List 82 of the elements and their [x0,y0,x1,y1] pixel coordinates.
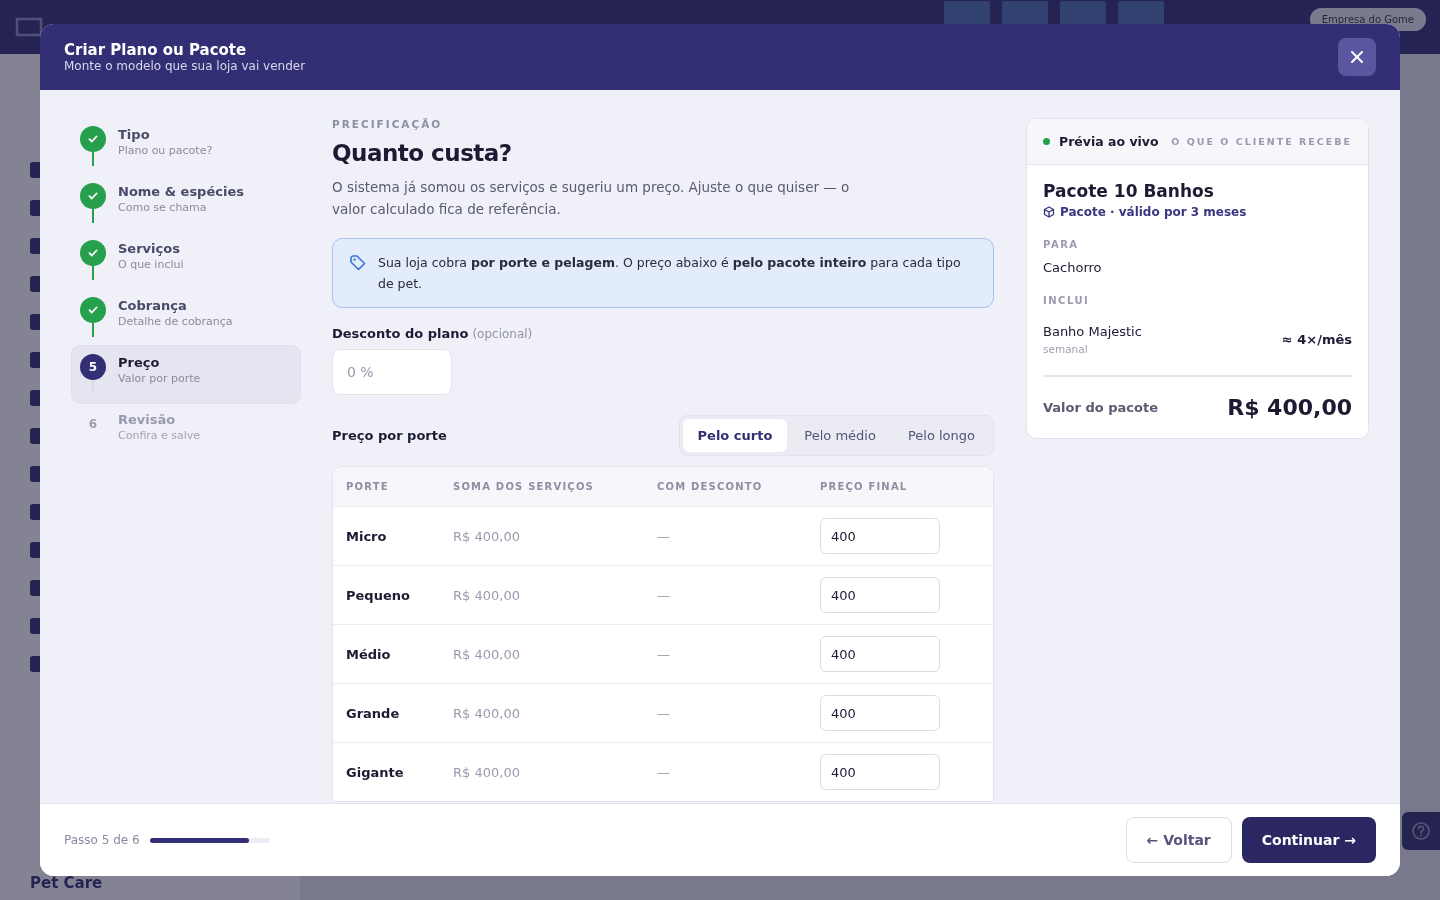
column-header: PORTE [346,481,390,492]
sidebar-label: Pet Care [30,874,103,892]
table-cell-text: — [657,646,671,662]
coat-tab[interactable]: Pelo curto [682,419,788,452]
step-subtitle: Plano ou pacote? [118,144,213,157]
table-cell-text: R$ 400,00 [453,646,521,662]
coat-tab[interactable]: Pelo longo [892,419,990,452]
back-button[interactable]: ← Voltar [1125,817,1232,863]
price-field[interactable]: 400 [820,636,940,672]
discount-field[interactable]: 0 % [332,349,452,395]
table-cell-text: R$ 400,00 [453,528,521,544]
table-cell-text: R$ 400,00 [453,705,521,721]
section-label: PRECIFICAÇÃO [332,118,444,130]
close-icon [1350,50,1364,64]
continue-button[interactable]: Continuar → [1241,817,1376,863]
check-icon [80,126,106,152]
modal-title: Criar Plano ou Pacote [64,41,248,59]
service-amount: ≈ 4×/mês [1281,332,1352,347]
table-cell-text: — [657,764,671,780]
price-field[interactable]: 400 [820,695,940,731]
table-cell-text: Pequeno [346,587,411,603]
step-counter: Passo 5 de 6 [64,833,140,847]
field-label: Preço por porte [332,428,447,443]
preview-caption: O QUE O CLIENTE RECEBE [1171,136,1352,147]
step-item[interactable]: Serviços O que inclui [72,232,300,289]
price-field[interactable]: 400 [820,518,940,554]
column-header: COM DESCONTO [657,481,764,492]
step-item[interactable]: 5 Preço Valor por porte [72,346,300,403]
step-title: Cobrança [118,298,188,313]
table-cell-text: Médio [346,646,392,662]
notice-text: Sua loja cobra por porte e pelagem. O preço abaixo é pelo pacote inteiro para cada tipo de pet. [378,254,962,293]
table-cell-text: — [657,587,671,603]
step-subtitle: Detalhe de cobrança [118,315,233,328]
check-icon [80,240,106,266]
logo-icon [14,16,44,38]
package-subtitle: Pacote · válido por 3 meses [1060,205,1247,219]
table-cell-text: — [657,705,671,721]
total-value: R$ 400,00 [1227,395,1352,420]
section-label: PARA [1043,239,1080,250]
step-title: Nome & espécies [118,184,244,199]
step-title: Preço [118,355,161,370]
table-cell-text: Micro [346,528,388,544]
table-cell-text: R$ 400,00 [453,764,521,780]
step-title: Serviços [118,241,181,256]
step-item[interactable]: Cobrança Detalhe de cobrança [72,289,300,346]
modal-subtitle: Monte o modelo que sua loja vai vender [64,59,307,73]
price-field[interactable]: 400 [820,577,940,613]
field-hint: (opcional) [472,327,533,341]
species-text: Cachorro [1043,260,1103,275]
service-frequency: semanal [1043,343,1089,355]
step-title: Revisão [118,412,177,427]
price-field[interactable]: 400 [820,754,940,790]
service-name: Banho Majestic [1043,324,1142,339]
live-label: Prévia ao vivo [1059,134,1159,149]
close-button[interactable] [1338,38,1376,76]
table-cell-text: Gigante [346,764,405,780]
step-subtitle: Confira e salve [118,429,201,442]
step-title: Tipo [118,127,151,142]
total-label: Valor do pacote [1043,400,1158,415]
column-header: PREÇO FINAL [820,481,909,492]
step-subtitle: Como se chama [118,201,208,214]
table-cell-text: — [657,528,671,544]
section-label: INCLUI [1043,295,1091,306]
field-label: Desconto do plano [332,326,469,341]
tag-icon [349,254,367,272]
step-subtitle: O que inclui [118,258,184,271]
step-item[interactable]: Tipo Plano ou pacote? [72,118,300,175]
table-cell-text: Grande [346,705,401,721]
column-header: SOMA DOS SERVIÇOS [453,481,595,492]
step-number: 5 [80,354,106,380]
table-cell-text: R$ 400,00 [453,587,521,603]
help-icon [1411,821,1431,841]
step-item[interactable]: Nome & espécies Como se chama [72,175,300,232]
step-subtitle: Valor por porte [118,372,201,385]
check-icon [80,297,106,323]
step-number: 6 [87,416,99,433]
description-text: O sistema já somou os serviços e sugeriu um preço. Ajuste o que quiser — o valor calculado fica de referência. [332,178,851,219]
box-icon [1043,206,1055,218]
package-title: Pacote 10 Banhos [1043,181,1215,201]
coat-tab[interactable]: Pelo médio [789,419,891,452]
section-heading: Quanto custa? [332,140,513,166]
check-icon [80,183,106,209]
